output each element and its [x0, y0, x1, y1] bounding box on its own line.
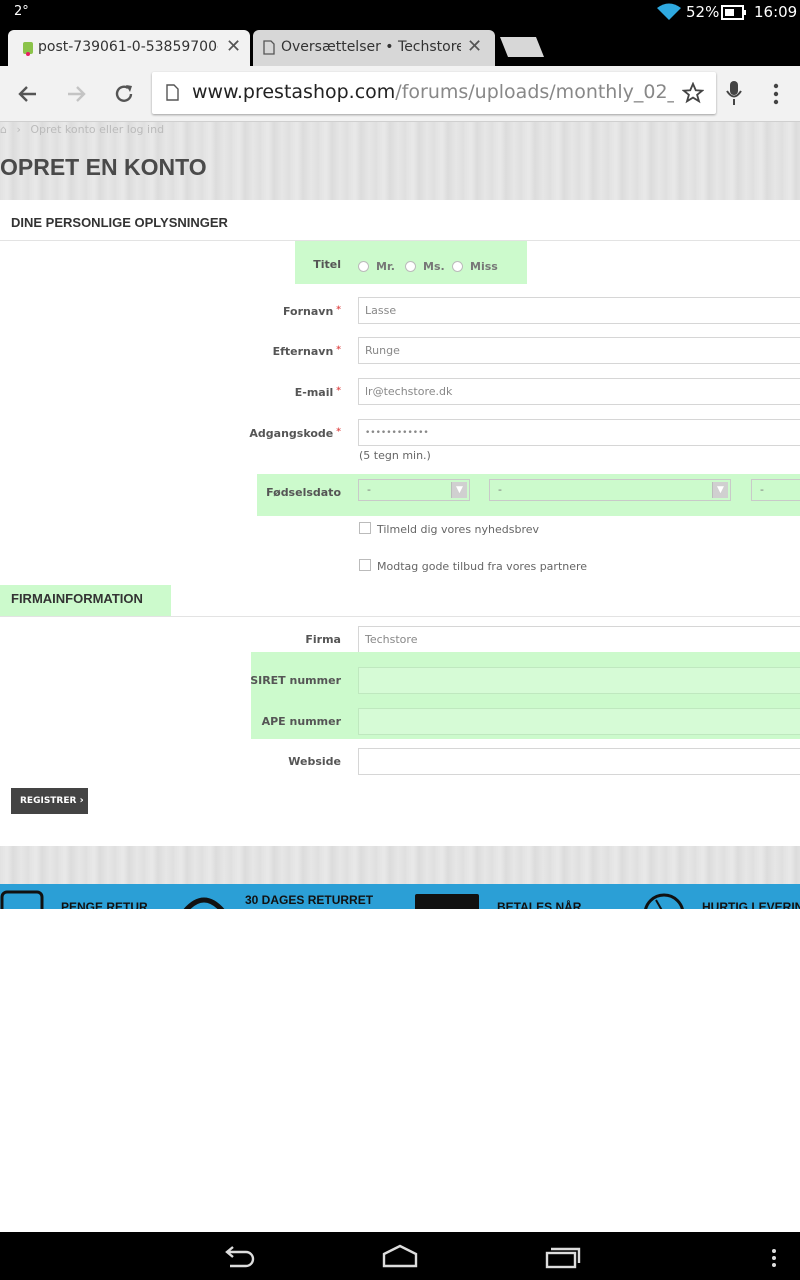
clock-icon: [644, 893, 684, 909]
page-icon: [166, 84, 179, 101]
nav-back-icon[interactable]: [220, 1246, 256, 1268]
partners-label: Modtag gode tilbud fra vores partnere: [377, 560, 588, 573]
footer-item-money-back: PENGE RETUR: [61, 900, 148, 909]
birthdate-month-select[interactable]: - ▼: [489, 479, 731, 501]
titel-label: Titel: [313, 258, 341, 271]
chevron-right-icon: ›: [79, 795, 84, 806]
page-content: ⌂ › Opret konto eller log ind OPRET EN K…: [0, 122, 800, 909]
new-tab-button[interactable]: [498, 36, 546, 58]
email-label: E-mail *: [294, 386, 341, 399]
newsletter-label: Tilmeld dig vores nyhedsbrev: [377, 523, 540, 536]
battery-percent: 52%: [686, 3, 720, 21]
email-input[interactable]: lr@techstore.dk: [358, 378, 800, 405]
radio-miss[interactable]: [452, 261, 463, 272]
ape-input[interactable]: [358, 708, 800, 735]
ape-label: APE nummer: [261, 715, 341, 728]
system-nav-bar: [0, 1232, 800, 1280]
breadcrumb-current[interactable]: Opret konto eller log ind: [30, 123, 164, 136]
register-button[interactable]: REGISTRER ›: [11, 788, 88, 814]
birthdate-year-value: -: [760, 483, 764, 496]
tab-title: post-739061-0-53859700-1: [38, 39, 218, 55]
reload-icon[interactable]: [112, 82, 136, 106]
firma-label: Firma: [305, 633, 341, 646]
page-header: ⌂ › Opret konto eller log ind OPRET EN K…: [0, 122, 800, 200]
radio-mr[interactable]: [358, 261, 369, 272]
notification-text: 2°: [14, 4, 29, 19]
nav-home-icon[interactable]: [382, 1244, 418, 1268]
webside-input[interactable]: [358, 748, 800, 775]
breadcrumb: ⌂ › Opret konto eller log ind: [0, 123, 164, 136]
favicon-icon: [23, 42, 33, 56]
chevron-down-icon: ▼: [451, 482, 467, 498]
browser-toolbar: www.prestashop.com/forums/uploads/monthl…: [0, 66, 800, 122]
personal-section-title: DINE PERSONLIGE OPLYSNINGER: [11, 215, 228, 230]
microphone-icon[interactable]: [726, 80, 742, 106]
chevron-right-icon: ›: [16, 123, 21, 136]
birthdate-year-select[interactable]: -: [751, 479, 800, 501]
overflow-menu-icon[interactable]: [770, 1248, 778, 1268]
register-label: REGISTRER: [20, 796, 77, 806]
password-label: Adgangskode *: [249, 427, 341, 440]
company-section-title: FIRMAINFORMATION: [11, 591, 143, 606]
close-tab-icon[interactable]: ✕: [226, 36, 241, 57]
home-icon[interactable]: ⌂: [0, 123, 7, 136]
footer-item-payment: BETALES NÅR: [497, 900, 582, 909]
url-host: www.prestashop.com: [192, 81, 396, 103]
back-icon[interactable]: [16, 82, 40, 106]
birthdate-month-value: -: [498, 483, 502, 496]
password-input[interactable]: ••••••••••••: [358, 419, 800, 446]
efternavn-label: Efternavn *: [272, 345, 341, 358]
close-tab-icon[interactable]: ✕: [467, 36, 482, 57]
radio-ms[interactable]: [405, 261, 416, 272]
footer-item-delivery: HURTIG LEVERING: [702, 900, 800, 909]
footer-features-bar: PENGE RETUR 30 DAGES RETURRET BETALES NÅ…: [0, 884, 800, 909]
radio-miss-label: Miss: [470, 260, 498, 273]
card-icon: [415, 894, 479, 909]
password-hint: (5 tegn min.): [359, 449, 431, 462]
tab-inactive[interactable]: Oversættelser • Techstore.dk ✕: [253, 30, 495, 66]
tab-strip: post-739061-0-53859700-1 ✕ Oversættelser…: [0, 26, 800, 66]
radio-mr-label: Mr.: [376, 260, 395, 273]
siret-input[interactable]: [358, 667, 800, 694]
address-bar[interactable]: www.prestashop.com/forums/uploads/monthl…: [152, 72, 716, 114]
wifi-icon: [657, 3, 681, 20]
tab-title: Oversættelser • Techstore.dk: [281, 39, 461, 55]
star-icon[interactable]: [682, 82, 704, 104]
efternavn-input[interactable]: Runge: [358, 337, 800, 364]
birthdate-day-select[interactable]: - ▼: [358, 479, 470, 501]
menu-icon[interactable]: [772, 82, 780, 106]
partners-checkbox[interactable]: [359, 559, 371, 571]
newsletter-checkbox[interactable]: [359, 522, 371, 534]
birthdate-label: Fødselsdato: [266, 486, 341, 499]
tab-active[interactable]: post-739061-0-53859700-1 ✕: [8, 30, 250, 66]
divider: [0, 616, 800, 617]
footer-wood: [0, 846, 800, 884]
clock: 16:09: [754, 3, 798, 21]
fornavn-label: Fornavn *: [282, 305, 341, 318]
nav-recents-icon[interactable]: [545, 1245, 581, 1269]
chevron-down-icon: ▼: [712, 482, 728, 498]
webside-label: Webside: [288, 755, 341, 768]
birthdate-day-value: -: [367, 483, 371, 496]
fornavn-input[interactable]: Lasse: [358, 297, 800, 324]
battery-icon: [721, 5, 746, 20]
url-path: /forums/uploads/monthly_02_2015/pc: [395, 81, 674, 103]
money-back-icon: [0, 890, 44, 909]
page-icon: [263, 40, 275, 55]
siret-label: SIRET nummer: [250, 674, 341, 687]
firma-input[interactable]: Techstore: [358, 626, 800, 653]
url-text: www.prestashop.com/forums/uploads/monthl…: [192, 81, 674, 103]
radio-ms-label: Ms.: [423, 260, 445, 273]
page-title: OPRET EN KONTO: [0, 154, 207, 180]
status-bar: 2° 52% 16:09: [0, 0, 800, 26]
return-icon: [183, 897, 225, 909]
forward-icon[interactable]: [64, 82, 88, 106]
footer-item-returns: 30 DAGES RETURRET: [245, 893, 374, 907]
